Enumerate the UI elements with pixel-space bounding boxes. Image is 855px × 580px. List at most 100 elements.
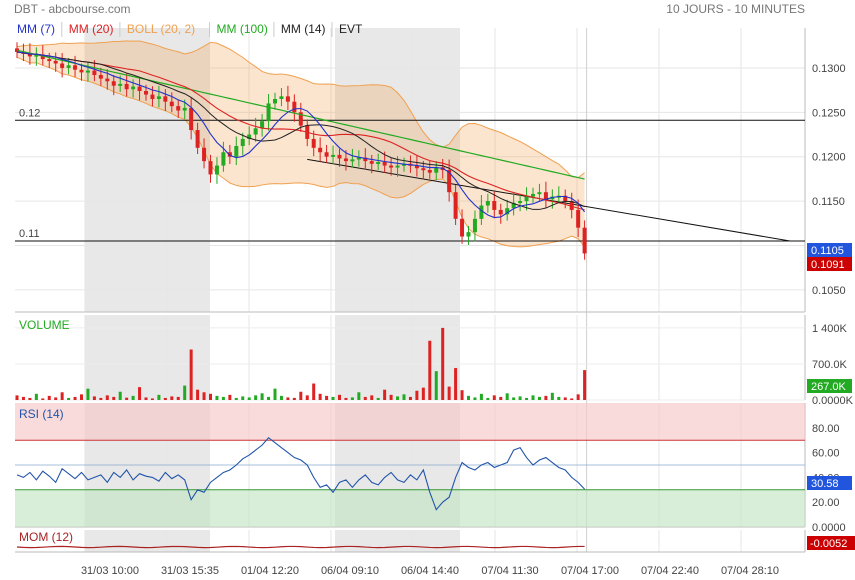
volume-bar: [499, 396, 503, 400]
volume-bar: [118, 391, 122, 400]
volume-panel-label: VOLUME: [19, 318, 70, 332]
candle-body: [537, 192, 542, 195]
candle-body: [324, 152, 329, 157]
session-shade: [85, 530, 210, 552]
candle-body: [182, 107, 187, 111]
volume-bar: [460, 390, 464, 400]
candle-body: [460, 218, 465, 237]
volume-bar: [408, 396, 412, 400]
volume-bar: [15, 395, 19, 400]
volume-bar: [557, 396, 561, 400]
volume-bar: [67, 397, 71, 400]
stock-chart[interactable]: 0.12 0.11 0.1300 0.1250 0.1200 0.1150 0.1050 0.…: [0, 0, 855, 580]
candle-body: [234, 146, 239, 157]
candle-body: [350, 159, 355, 162]
mom-panel-label: MOM (12): [19, 530, 73, 544]
volume-bar: [234, 397, 238, 400]
candle-body: [150, 94, 155, 99]
candle-body: [208, 161, 213, 175]
price-tick-label: 0.1300: [812, 63, 846, 75]
volume-bar: [247, 397, 251, 400]
volume-bar: [47, 395, 51, 400]
volume-bar: [350, 397, 354, 400]
volume-bar: [260, 393, 264, 400]
volume-bar: [86, 388, 90, 400]
volume-bar: [486, 397, 490, 400]
volume-bar: [228, 394, 232, 400]
candle-body: [285, 96, 290, 102]
candle-body: [582, 227, 587, 254]
candle-body: [343, 158, 348, 162]
candle-body: [53, 60, 58, 64]
volume-bar: [583, 370, 587, 400]
volume-bar: [305, 395, 309, 400]
candle-body: [98, 75, 103, 79]
rsi-tick-label: 20.00: [812, 497, 840, 509]
volume-bar: [209, 393, 212, 400]
reference-line-label: 0.12: [19, 107, 40, 119]
rsi-tick-label: 0.0000: [812, 522, 846, 534]
candle-body: [292, 101, 297, 113]
legend-item: MM (14): [281, 22, 326, 36]
candle-body: [79, 69, 84, 73]
volume-bar: [550, 392, 554, 400]
rsi-overbought-zone: [15, 403, 805, 441]
x-tick-label: 07/04 28:10: [721, 565, 779, 577]
volume-bar: [279, 395, 283, 400]
x-tick-label: 06/04 14:40: [401, 565, 459, 577]
volume-bar: [267, 396, 271, 400]
volume-bar: [163, 397, 167, 400]
candle-body: [105, 78, 110, 82]
candle-body: [214, 165, 219, 175]
candle-body: [376, 162, 381, 165]
volume-bar: [434, 371, 438, 400]
volume-bar: [389, 394, 393, 400]
candle-body: [318, 147, 323, 153]
x-tick-label: 01/04 12:20: [241, 565, 299, 577]
volume-bar: [241, 396, 245, 400]
candle-body: [382, 162, 387, 166]
volume-tick-label: 1 400K: [812, 323, 848, 335]
volume-bar: [215, 395, 219, 400]
volume-bar: [254, 395, 258, 400]
volume-bar: [570, 398, 574, 400]
rsi-oversold-zone: [15, 489, 805, 527]
x-tick-label: 07/04 22:40: [641, 565, 699, 577]
volume-bar: [421, 387, 425, 400]
candle-body: [260, 121, 265, 129]
candle-body: [118, 83, 123, 86]
volume-bar: [312, 383, 316, 400]
price-tick-label: 0.1050: [812, 285, 846, 297]
volume-bar: [447, 386, 451, 400]
candle-body: [189, 107, 194, 131]
candle-body: [543, 192, 548, 200]
rsi-tick-label: 80.00: [812, 423, 840, 435]
volume-bar: [357, 392, 361, 400]
volume-bar: [338, 394, 341, 400]
candle-body: [92, 70, 97, 76]
candle-body: [273, 99, 277, 104]
volume-bar: [80, 394, 83, 400]
legend-item: BOLL (20, 2): [127, 22, 195, 36]
volume-bar: [150, 398, 154, 400]
volume-bar: [28, 397, 32, 400]
candle-body: [427, 170, 432, 173]
candle-body: [524, 196, 529, 202]
volume-bar: [531, 395, 535, 400]
volume-bar: [138, 387, 142, 400]
candle-body: [311, 138, 316, 148]
price-tick-label: 0.1250: [812, 107, 846, 119]
last-close-label: 0.1091: [811, 259, 845, 271]
volume-bar: [467, 395, 470, 400]
volume-bar: [112, 396, 116, 400]
x-tick-label: 31/03 10:00: [81, 565, 139, 577]
candle-body: [389, 165, 394, 168]
candle-body: [369, 161, 374, 164]
price-tick-label: 0.1150: [812, 196, 845, 208]
candle-body: [395, 165, 400, 168]
x-tick-label: 07/04 17:00: [561, 565, 619, 577]
momentum-line: [16, 545, 585, 549]
volume-bar: [183, 385, 187, 400]
candle-body: [253, 128, 258, 135]
volume-bar: [344, 397, 348, 400]
